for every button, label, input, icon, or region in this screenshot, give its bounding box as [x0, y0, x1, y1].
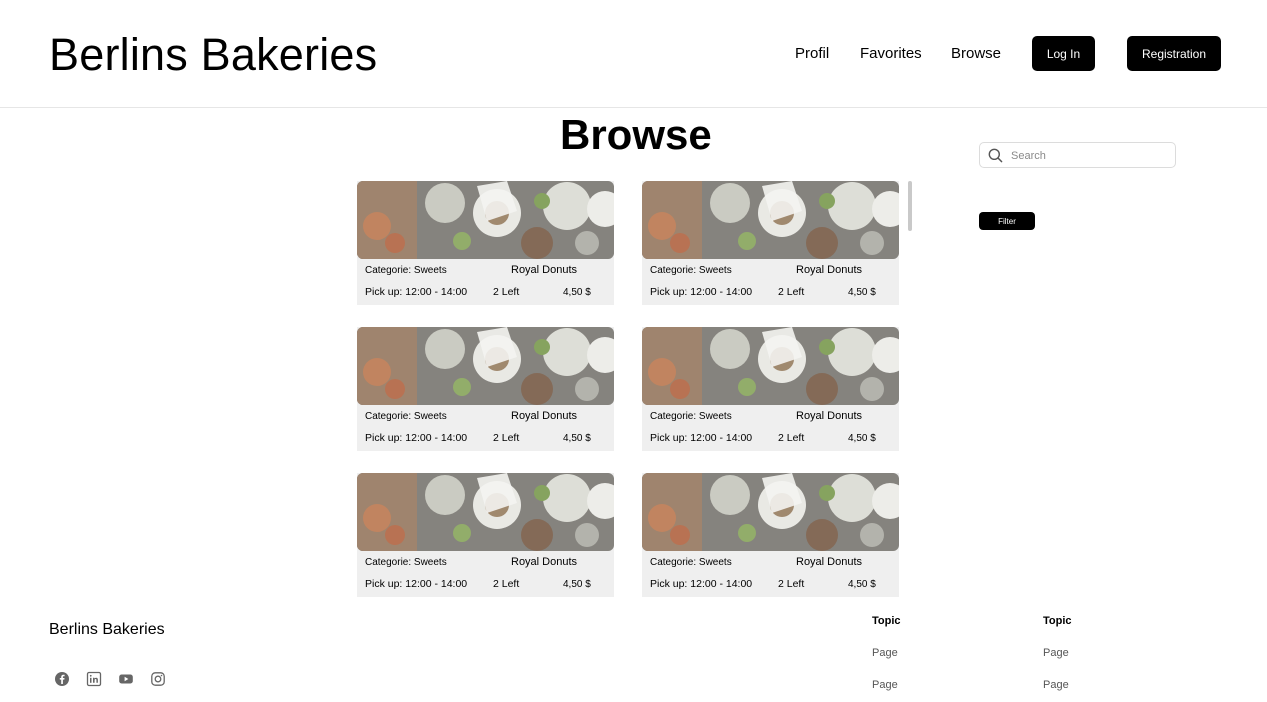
product-category: Categorie: Sweets	[650, 557, 732, 568]
product-category: Categorie: Sweets	[365, 411, 447, 422]
nav-browse[interactable]: Browse	[951, 45, 1001, 62]
product-name: Royal Donuts	[511, 410, 578, 422]
product-image	[357, 181, 614, 259]
items-left: 2 Left	[493, 432, 520, 444]
product-card[interactable]: Categorie: Sweets Royal Donuts Pick up: …	[357, 327, 614, 451]
footer-link[interactable]: Page	[1043, 679, 1069, 691]
search-icon	[988, 148, 1003, 168]
search-input[interactable]: Search	[979, 142, 1176, 168]
pickup-time: Pick up: 12:00 - 14:00	[365, 432, 468, 444]
grid-scrollbar[interactable]	[908, 181, 912, 231]
linkedin-icon[interactable]	[86, 671, 102, 687]
login-button[interactable]: Log In	[1032, 36, 1095, 71]
filter-button[interactable]: Filter	[979, 212, 1035, 230]
site-header: Berlins Bakeries Profil Favorites Browse…	[0, 0, 1267, 108]
product-card[interactable]: Categorie: Sweets Royal Donuts Pick up: …	[642, 327, 899, 451]
footer-brand: Berlins Bakeries	[49, 621, 165, 638]
product-price: 4,50 $	[563, 433, 591, 444]
product-image	[357, 327, 614, 405]
product-name: Royal Donuts	[796, 264, 863, 276]
items-left: 2 Left	[493, 286, 520, 298]
product-card[interactable]: Categorie: Sweets Royal Donuts Pick up: …	[642, 473, 899, 597]
brand-logo[interactable]: Berlins Bakeries	[49, 29, 377, 81]
product-name: Royal Donuts	[796, 556, 863, 568]
product-card[interactable]: Categorie: Sweets Royal Donuts Pick up: …	[357, 181, 614, 305]
pickup-time: Pick up: 12:00 - 14:00	[650, 432, 753, 444]
product-price: 4,50 $	[563, 579, 591, 590]
product-name: Royal Donuts	[511, 556, 578, 568]
pickup-time: Pick up: 12:00 - 14:00	[365, 578, 468, 590]
items-left: 2 Left	[778, 432, 805, 444]
registration-button[interactable]: Registration	[1127, 36, 1221, 71]
product-image	[642, 181, 899, 259]
footer-topic-2: Topic	[1043, 615, 1072, 627]
product-card[interactable]: Categorie: Sweets Royal Donuts Pick up: …	[357, 473, 614, 597]
footer-link[interactable]: Page	[872, 647, 898, 659]
youtube-icon[interactable]	[118, 671, 134, 687]
pickup-time: Pick up: 12:00 - 14:00	[365, 286, 468, 298]
product-card[interactable]: Categorie: Sweets Royal Donuts Pick up: …	[642, 181, 899, 305]
product-name: Royal Donuts	[796, 410, 863, 422]
product-price: 4,50 $	[848, 287, 876, 298]
product-category: Categorie: Sweets	[365, 557, 447, 568]
items-left: 2 Left	[778, 578, 805, 590]
product-price: 4,50 $	[563, 287, 591, 298]
product-price: 4,50 $	[848, 579, 876, 590]
pickup-time: Pick up: 12:00 - 14:00	[650, 578, 753, 590]
search-placeholder: Search	[1011, 150, 1046, 162]
pickup-time: Pick up: 12:00 - 14:00	[650, 286, 753, 298]
product-category: Categorie: Sweets	[365, 265, 447, 276]
nav-profil[interactable]: Profil	[795, 45, 829, 62]
items-left: 2 Left	[778, 286, 805, 298]
product-category: Categorie: Sweets	[650, 265, 732, 276]
instagram-icon[interactable]	[150, 671, 166, 687]
footer-topic-1: Topic	[872, 615, 901, 627]
items-left: 2 Left	[493, 578, 520, 590]
product-name: Royal Donuts	[511, 264, 578, 276]
footer-link[interactable]: Page	[1043, 647, 1069, 659]
facebook-icon[interactable]	[54, 671, 70, 687]
product-image	[357, 473, 614, 551]
product-image	[642, 327, 899, 405]
footer-link[interactable]: Page	[872, 679, 898, 691]
product-grid: Categorie: Sweets Royal Donuts Pick up: …	[356, 180, 916, 597]
page-title: Browse	[560, 111, 712, 158]
product-category: Categorie: Sweets	[650, 411, 732, 422]
product-image	[642, 473, 899, 551]
nav-favorites[interactable]: Favorites	[860, 45, 922, 62]
product-price: 4,50 $	[848, 433, 876, 444]
